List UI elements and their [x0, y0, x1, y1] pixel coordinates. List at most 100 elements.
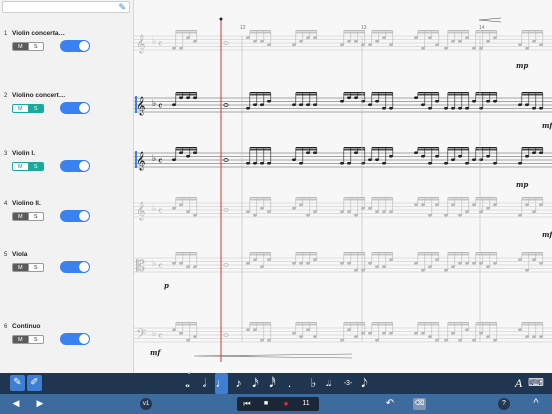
solo-button[interactable]: S — [27, 43, 44, 50]
track-search-field[interactable]: ✎ — [2, 1, 130, 13]
sixteenth-note-button[interactable]: 𝅘𝅥𝅯 — [249, 373, 262, 394]
note-head — [479, 158, 483, 162]
beam — [343, 322, 365, 324]
score-staves[interactable]: 𝄞 ♭ 𝄴𝄞 ♭ 𝄴𝄞 ♭ 𝄴𝄞 ♭ 𝄴𝄡 ♭ 𝄴𝄢 ♭ 𝄴mpmfmpmfpmf — [134, 0, 552, 373]
beam — [447, 197, 469, 199]
triplet-button[interactable]: -3- — [340, 373, 356, 394]
beam — [371, 199, 393, 201]
track-1[interactable]: 1 Violin concerta… M S — [0, 30, 134, 70]
note-head — [313, 258, 317, 262]
solo-button[interactable]: S — [27, 105, 43, 112]
mute-solo-group: M S — [12, 335, 44, 344]
note-head — [532, 210, 536, 214]
mute-button[interactable]: M — [13, 163, 28, 170]
beam — [417, 322, 439, 324]
mute-button[interactable]: M — [13, 264, 28, 271]
transport-controls: ⏮ ■ ● 11 — [237, 397, 319, 411]
note-head — [479, 210, 483, 214]
note-head — [458, 213, 462, 217]
track-3[interactable]: 3 Violin I. M S — [0, 150, 134, 190]
beam — [175, 94, 197, 96]
mute-button[interactable]: M — [13, 43, 28, 50]
note-head — [172, 328, 176, 332]
beam — [175, 30, 197, 32]
eighth-note-button[interactable]: ♪ — [232, 373, 245, 394]
note-head — [179, 46, 183, 50]
delete-icon[interactable]: ⌫ — [413, 398, 426, 410]
track-name[interactable]: Viola — [12, 251, 27, 259]
tie-button[interactable]: 𝅘𝅥𝅘𝅥 — [322, 373, 335, 394]
track-visibility-toggle[interactable] — [60, 261, 90, 273]
solo-button[interactable]: S — [27, 163, 43, 170]
note-head — [299, 103, 303, 107]
previous-icon[interactable]: ◀ — [10, 394, 22, 413]
track-4[interactable]: 4 Violino II. M S — [0, 200, 134, 240]
note-head — [451, 158, 455, 162]
grace-note-button[interactable]: 𝅘𝅥𝅮 — [358, 373, 371, 394]
score-canvas[interactable]: 𝄞 ♭ 𝄴 𝄞 ♭ 𝄴 𝄞 ♭ 𝄴 𝄞 ♭ 𝄴 𝄡 ♭ 𝄴 𝄢 ♭ 𝄴 mp mf mp mf p mf 12 13 14 — [134, 0, 552, 373]
track-5[interactable]: 5 Viola M S — [0, 251, 134, 291]
next-icon[interactable]: ▶ — [34, 394, 46, 413]
track-visibility-toggle[interactable] — [60, 333, 90, 345]
solo-button[interactable]: S — [27, 264, 44, 271]
mute-button[interactable]: M — [13, 213, 28, 220]
rewind-icon[interactable]: ⏮ — [239, 397, 255, 411]
note-head — [375, 265, 379, 269]
text-tool-icon[interactable]: A — [512, 373, 525, 394]
track-visibility-toggle[interactable] — [60, 160, 90, 172]
beam — [447, 92, 469, 94]
whole-note-button[interactable]: 𝅝 — [181, 373, 194, 394]
track-name[interactable]: Violino II. — [12, 200, 41, 208]
voice-selector[interactable]: v1 — [140, 398, 152, 410]
track-name[interactable]: Continuo — [12, 323, 41, 331]
dynamic-marking: mp — [516, 180, 528, 189]
note-head — [465, 328, 469, 332]
keyboard-icon[interactable]: ⌨ — [528, 373, 544, 394]
note-head — [389, 106, 393, 110]
note-head — [465, 261, 469, 265]
beam — [521, 149, 543, 151]
help-icon[interactable]: ? — [498, 398, 510, 410]
solo-button[interactable]: S — [27, 336, 44, 343]
beam — [295, 30, 317, 32]
pen-tool-button[interactable]: ✎ — [10, 375, 25, 391]
flat-button[interactable]: ♭ — [307, 373, 320, 394]
beam — [475, 92, 497, 94]
track-6[interactable]: 6 Continuo M S — [0, 323, 134, 363]
solo-button[interactable]: S — [27, 213, 44, 220]
track-2[interactable]: 2 Violino concert… M S — [0, 92, 134, 132]
half-note-button[interactable]: 𝅗𝅥 — [198, 373, 211, 394]
edit-icon[interactable]: ✎ — [118, 2, 126, 13]
track-name[interactable]: Violino concert… — [12, 92, 65, 100]
track-number: 4 — [4, 201, 8, 207]
note-head — [340, 161, 344, 165]
track-visibility-toggle[interactable] — [60, 102, 90, 114]
note-head — [292, 103, 296, 107]
mute-button[interactable]: M — [13, 105, 28, 112]
note-head — [428, 36, 432, 40]
beam — [343, 199, 365, 201]
note-head — [428, 106, 432, 110]
track-visibility-toggle[interactable] — [60, 210, 90, 222]
beam — [447, 322, 469, 324]
note-head — [465, 36, 469, 40]
note-head — [472, 99, 476, 103]
pencil-tool-button[interactable]: ✐ — [27, 375, 42, 391]
collapse-icon[interactable]: ^ — [529, 394, 543, 413]
note-head — [539, 203, 543, 207]
stop-icon[interactable]: ■ — [259, 397, 273, 411]
track-visibility-toggle[interactable] — [60, 40, 90, 52]
quarter-note-button[interactable]: ♩ — [215, 373, 228, 394]
record-icon[interactable]: ● — [279, 397, 293, 411]
undo-icon[interactable]: ↶ — [384, 394, 396, 413]
track-name[interactable]: Violin I. — [12, 150, 35, 158]
note-head — [451, 106, 455, 110]
note-head — [435, 258, 439, 262]
dot-button[interactable]: . — [283, 373, 296, 394]
track-name[interactable]: Violin concerta… — [12, 30, 65, 38]
beam — [521, 199, 543, 201]
thirty-second-note-button[interactable]: 𝅘𝅥𝅰 — [266, 373, 279, 394]
mute-button[interactable]: M — [13, 336, 28, 343]
beam — [343, 147, 365, 149]
beam — [295, 92, 317, 94]
